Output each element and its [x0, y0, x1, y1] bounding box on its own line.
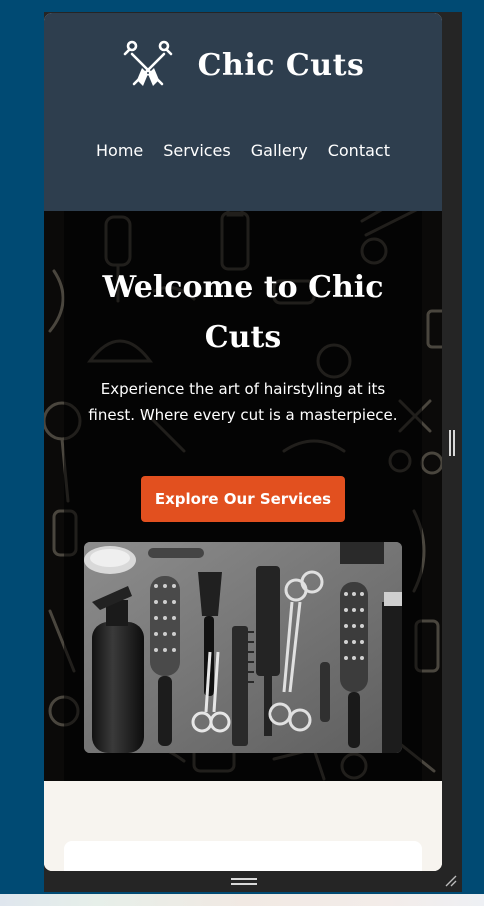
- barber-tools-image: [84, 542, 402, 753]
- horizontal-resize-handle[interactable]: [231, 878, 257, 886]
- nav-contact[interactable]: Contact: [328, 141, 390, 160]
- mobile-preview: Chic Cuts Home Services Gallery Contact: [44, 13, 442, 871]
- next-section: [44, 781, 442, 871]
- vertical-resize-handle[interactable]: [449, 430, 455, 456]
- explore-services-button[interactable]: Explore Our Services: [141, 476, 345, 522]
- nav-gallery[interactable]: Gallery: [251, 141, 308, 160]
- hero-subtitle: Experience the art of hairstyling at its…: [88, 380, 398, 424]
- hero-section: Welcome to Chic Cuts Experience the art …: [44, 211, 442, 781]
- brand[interactable]: Chic Cuts: [44, 39, 442, 91]
- barber-tools-photo: [84, 542, 402, 753]
- main-nav: Home Services Gallery Contact: [44, 141, 442, 160]
- site-header: Chic Cuts Home Services Gallery Contact: [44, 13, 442, 211]
- taskbar-strip: [0, 894, 484, 906]
- resize-corner-icon[interactable]: [444, 874, 458, 888]
- crossed-scissors-icon: [123, 40, 172, 86]
- brand-name: Chic Cuts: [197, 47, 365, 83]
- content-card: [64, 841, 422, 871]
- hero-title: Welcome to Chic Cuts: [102, 270, 384, 355]
- nav-home[interactable]: Home: [96, 141, 143, 160]
- nav-services[interactable]: Services: [163, 141, 230, 160]
